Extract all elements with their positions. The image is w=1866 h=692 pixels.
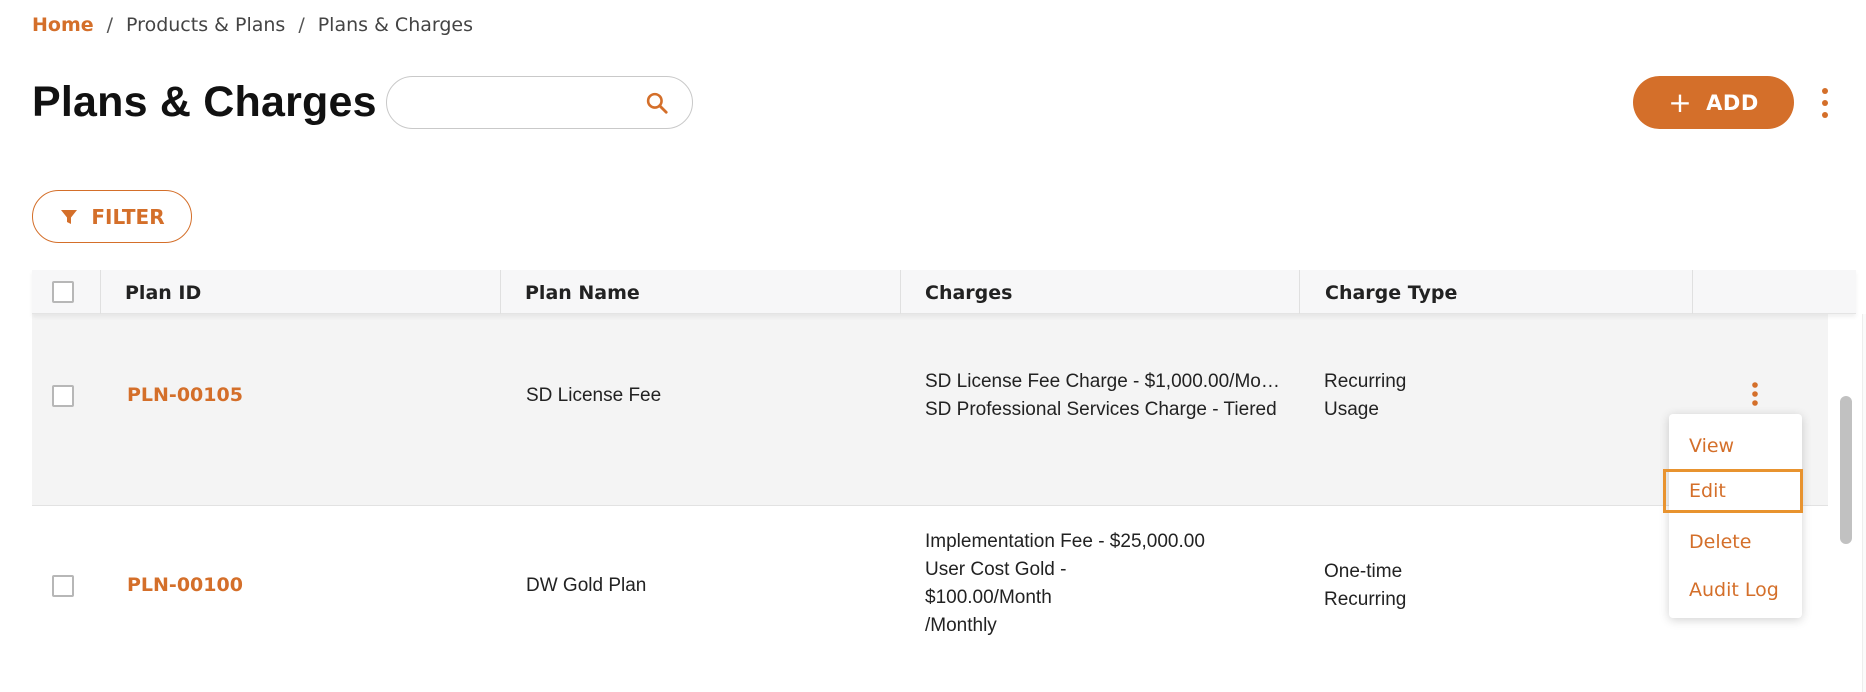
charge-type-line: Recurring — [1324, 589, 1407, 610]
add-button[interactable]: + ADD — [1633, 76, 1794, 129]
column-header-plan-id[interactable]: Plan ID — [125, 282, 201, 304]
select-all-checkbox[interactable] — [52, 281, 74, 303]
column-divider — [500, 270, 501, 314]
charge-line: SD Professional Services Charge - Tiered — [925, 399, 1277, 420]
charge-line: Implementation Fee - $25,000.00 — [925, 531, 1205, 552]
charge-line: /Monthly — [925, 615, 997, 636]
charge-type-line: Usage — [1324, 399, 1379, 420]
row-actions-menu: View Edit Delete Audit Log — [1663, 414, 1803, 618]
plan-id-link[interactable]: PLN-00100 — [127, 571, 243, 599]
breadcrumb-home-link[interactable]: Home — [32, 14, 94, 36]
table-row[interactable]: PLN-00100 DW Gold Plan Implementation Fe… — [32, 506, 1828, 692]
charge-line: SD License Fee Charge - $1,000.00/Mo… — [925, 371, 1280, 392]
column-divider — [1299, 270, 1300, 314]
breadcrumb-separator: / — [106, 14, 114, 36]
charge-line: User Cost Gold - — [925, 559, 1067, 580]
table-header: Plan ID Plan Name Charges Charge Type — [32, 270, 1856, 314]
add-button-label: ADD — [1706, 90, 1759, 115]
menu-item-audit-log[interactable]: Audit Log — [1669, 568, 1802, 612]
row-actions-more-vertical-icon[interactable] — [1750, 380, 1760, 410]
plan-name: DW Gold Plan — [526, 575, 647, 596]
breadcrumb-products-plans-link[interactable]: Products & Plans — [126, 14, 285, 36]
plans-table: Plan ID Plan Name Charges Charge Type PL… — [32, 270, 1866, 692]
column-divider — [900, 270, 901, 314]
row-checkbox[interactable] — [52, 575, 74, 597]
plan-name: SD License Fee — [526, 385, 662, 406]
menu-item-edit[interactable]: Edit — [1663, 469, 1803, 513]
column-divider — [100, 270, 101, 314]
breadcrumb-current: Plans & Charges — [317, 14, 474, 36]
breadcrumb-separator: / — [298, 14, 305, 36]
menu-item-delete[interactable]: Delete — [1669, 520, 1802, 564]
charge-type-cell: One-time Recurring — [1324, 558, 1406, 614]
plan-id-link[interactable]: PLN-00105 — [127, 381, 243, 409]
charge-type-cell: Recurring Usage — [1324, 368, 1406, 424]
filter-button[interactable]: FILTER — [32, 190, 192, 243]
scrollbar-thumb[interactable] — [1840, 396, 1852, 544]
row-checkbox[interactable] — [52, 385, 74, 407]
filter-icon — [61, 209, 78, 224]
charges-cell: SD License Fee Charge - $1,000.00/Mo… SD… — [925, 368, 1280, 424]
charge-line: $100.00/Month — [925, 587, 1052, 608]
charge-type-line: Recurring — [1324, 371, 1407, 392]
more-vertical-icon[interactable] — [1817, 86, 1833, 120]
search-icon[interactable] — [644, 90, 670, 116]
column-header-charges[interactable]: Charges — [925, 282, 1012, 304]
scrollbar-track[interactable] — [1862, 314, 1866, 692]
breadcrumb: Home / Products & Plans / Plans & Charge… — [32, 14, 473, 36]
plus-icon: + — [1668, 85, 1693, 119]
filter-button-label: FILTER — [91, 204, 165, 229]
charges-cell: Implementation Fee - $25,000.00 User Cos… — [925, 528, 1205, 640]
search-input[interactable] — [405, 87, 635, 119]
column-header-plan-name[interactable]: Plan Name — [525, 282, 640, 304]
menu-item-view[interactable]: View — [1669, 424, 1802, 468]
plans-charges-page: Home / Products & Plans / Plans & Charge… — [0, 0, 1866, 692]
column-header-charge-type[interactable]: Charge Type — [1325, 282, 1457, 304]
page-title: Plans & Charges — [32, 78, 377, 126]
table-row[interactable]: PLN-00105 SD License Fee SD License Fee … — [32, 314, 1828, 506]
charge-type-line: One-time — [1324, 561, 1403, 582]
column-divider — [1692, 270, 1693, 314]
